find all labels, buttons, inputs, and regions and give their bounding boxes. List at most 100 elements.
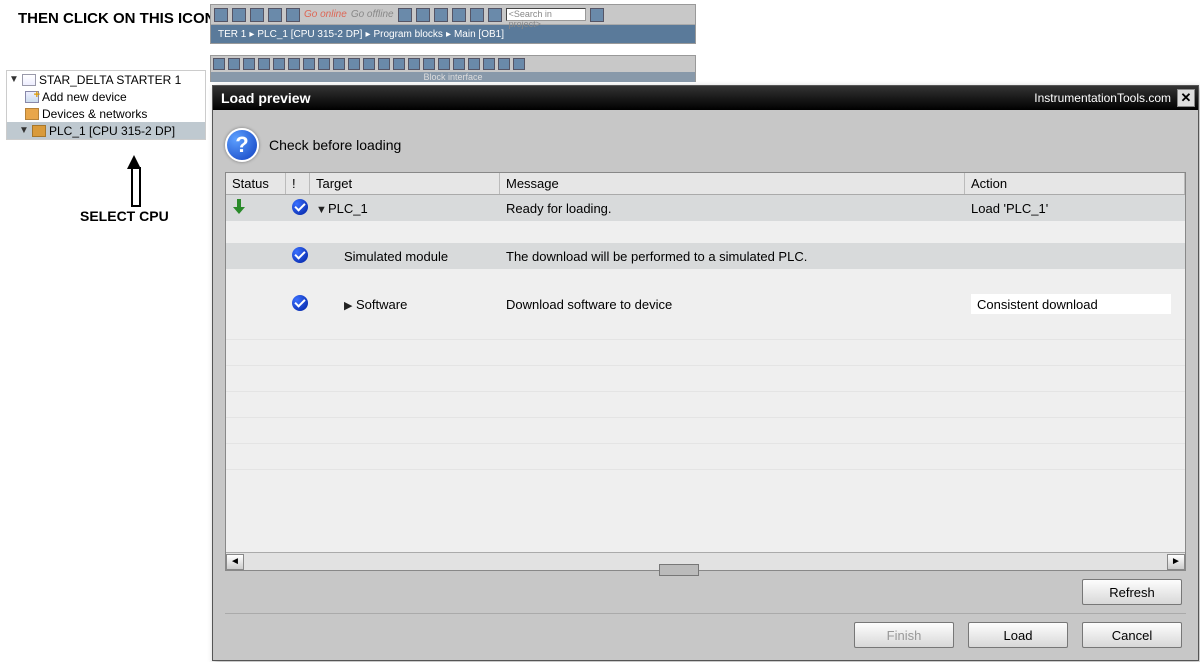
toolbar-icon[interactable] [348,58,360,70]
toolbar-icon[interactable] [438,58,450,70]
project-icon [22,74,36,86]
col-status: Status [226,173,286,194]
toolbar-icon[interactable] [398,8,412,22]
cell-target: ▼PLC_1 [310,198,500,219]
scroll-thumb[interactable] [659,564,699,576]
toolbar-icon[interactable] [453,58,465,70]
go-online-link[interactable]: Go online [304,9,347,20]
toolbar-icon[interactable] [483,58,495,70]
tree-add-device[interactable]: Add new device [7,88,205,105]
table-header: Status ! Target Message Action [226,173,1185,195]
annotation-bottom: SELECT CPU [80,208,169,224]
table-row[interactable]: ▶SoftwareDownload software to deviceCons… [226,291,1185,317]
load-button[interactable]: Load [968,622,1068,648]
table-row[interactable]: Simulated module The download will be per… [226,243,1185,269]
cell-message: Ready for loading. [500,198,965,219]
toolbar-icon[interactable] [378,58,390,70]
toolbar-icon[interactable] [393,58,405,70]
check-icon [292,295,308,311]
load-table: Status ! Target Message Action ▼PLC_1Rea… [225,172,1186,571]
cell-target: Simulated module [310,246,500,267]
horizontal-scrollbar[interactable]: ◄ ► [226,552,1185,570]
toolbar-icon[interactable] [232,8,246,22]
toolbar-icon[interactable] [452,8,466,22]
breadcrumb: TER 1 ▸ PLC_1 [CPU 315-2 DP] ▸ Program b… [211,25,695,43]
breadcrumb-part[interactable]: PLC_1 [CPU 315-2 DP] [254,29,365,40]
toolbar-icon[interactable] [213,58,225,70]
cancel-button[interactable]: Cancel [1082,622,1182,648]
toolbar-icon[interactable] [470,8,484,22]
table-row-empty [226,339,1185,365]
toolbar-icon[interactable] [250,8,264,22]
dialog-button-row: Finish Load Cancel [225,613,1186,650]
toolbar-icon[interactable] [434,8,448,22]
cell-action [965,253,1185,259]
tree-root[interactable]: ▼ STAR_DELTA STARTER 1 [7,71,205,88]
toolbar-icon[interactable] [333,58,345,70]
prompt-text: Check before loading [269,137,401,153]
dialog-titlebar: Load preview InstrumentationTools.com ✕ [213,86,1198,110]
target-label: Simulated module [344,249,448,264]
toolbar-icon[interactable] [303,58,315,70]
search-input[interactable]: <Search in project> [506,8,586,21]
toolbar-icon[interactable] [423,58,435,70]
toolbar-icon[interactable] [286,8,300,22]
toolbar-icon[interactable] [408,58,420,70]
row-expander-icon[interactable]: ▼ [316,204,326,216]
refresh-button[interactable]: Refresh [1082,579,1182,605]
toolbar-icon[interactable] [214,8,228,22]
action-select[interactable]: Consistent download [971,294,1171,314]
go-offline-link[interactable]: Go offline [351,9,394,20]
toolbar-icon[interactable] [273,58,285,70]
table-row-spacer [226,317,1185,339]
cell-message: The download will be performed to a simu… [500,246,965,267]
main-toolbar: Go online Go offline <Search in project>… [210,4,696,44]
breadcrumb-part[interactable]: Program blocks [370,29,445,40]
toolbar-icon[interactable] [590,8,604,22]
tree-plc[interactable]: ▼ PLC_1 [CPU 315-2 DP] [7,122,205,139]
toolbar-icon[interactable] [288,58,300,70]
cell-check [286,196,310,221]
breadcrumb-part[interactable]: TER 1 [215,29,249,40]
row-expander-icon[interactable]: ▶ [344,299,354,312]
scroll-right-button[interactable]: ► [1167,554,1185,570]
breadcrumb-part[interactable]: Main [OB1] [451,29,507,40]
tree-label: Devices & networks [42,107,147,121]
table-row-empty [226,443,1185,469]
toolbar-icon[interactable] [468,58,480,70]
cell-status [226,196,286,221]
tree-devices-networks[interactable]: Devices & networks [7,105,205,122]
finish-button[interactable]: Finish [854,622,954,648]
toolbar-row: Go online Go offline <Search in project> [211,5,695,25]
cell-check [286,292,310,317]
download-icon [232,199,246,215]
tree-expander-icon[interactable]: ▼ [9,74,19,85]
table-row-empty [226,365,1185,391]
scroll-left-button[interactable]: ◄ [226,554,244,570]
toolbar-icon[interactable] [498,58,510,70]
toolbar-icon[interactable] [488,8,502,22]
toolbar-icon[interactable] [243,58,255,70]
toolbar-icon[interactable] [258,58,270,70]
dialog-title: Load preview [221,90,310,106]
block-interface-label: Block interface [211,72,695,82]
toolbar-icon[interactable] [416,8,430,22]
toolbar-icon[interactable] [228,58,240,70]
plc-icon [32,125,46,137]
watermark: InstrumentationTools.com [1034,91,1171,105]
toolbar-icon[interactable] [268,8,282,22]
toolbar-icon[interactable] [513,58,525,70]
toolbar-icon[interactable] [363,58,375,70]
table-row-empty [226,417,1185,443]
check-icon [292,247,308,263]
col-target: Target [310,173,500,194]
cell-target: ▶Software [310,294,500,315]
toolbar-icon[interactable] [318,58,330,70]
annotation-top-text: THEN CLICK ON THIS ICON [18,10,216,27]
close-button[interactable]: ✕ [1177,89,1195,107]
arrow-up-icon [127,155,141,205]
tree-expander-icon[interactable]: ▼ [19,125,29,136]
cell-action[interactable]: Consistent download [965,291,1185,317]
tree-label: Add new device [42,90,127,104]
table-row[interactable]: ▼PLC_1Ready for loading.Load 'PLC_1' [226,195,1185,221]
